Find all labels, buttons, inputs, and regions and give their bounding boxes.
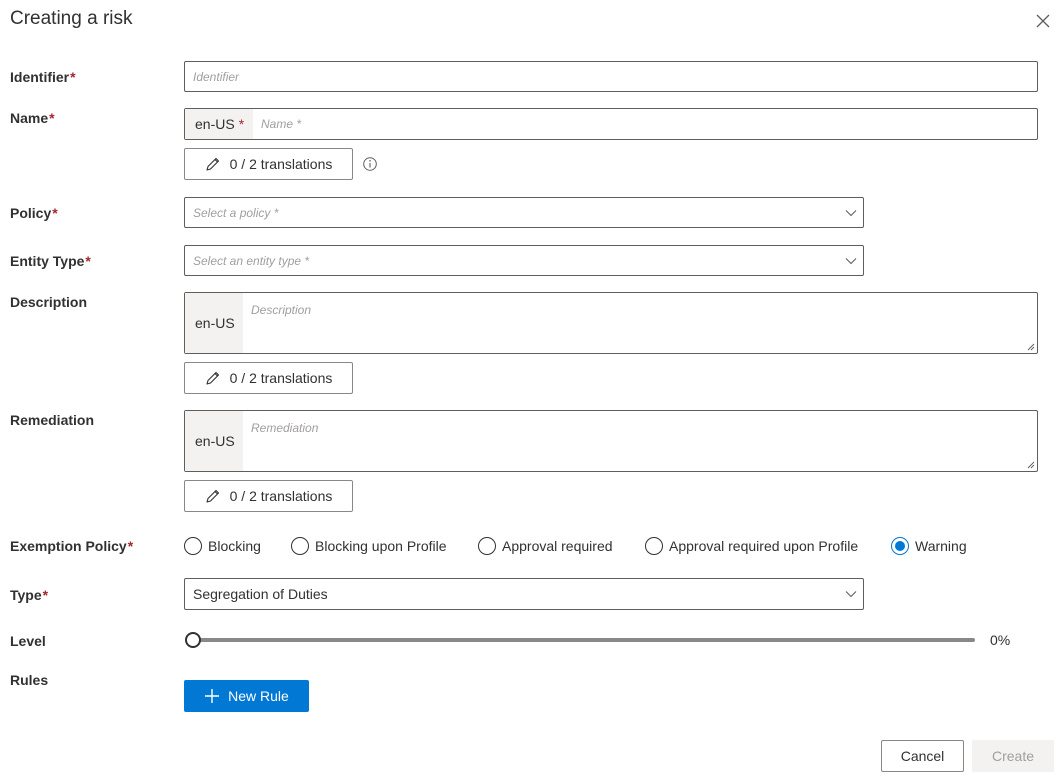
radio-circle[interactable]	[184, 537, 202, 555]
slider-thumb[interactable]	[185, 632, 201, 648]
remediation-textarea[interactable]: en-US Remediation	[184, 410, 1038, 472]
identifier-placeholder: Identifier	[193, 69, 240, 84]
description-translations-button[interactable]: 0 / 2 translations	[184, 362, 353, 394]
pencil-icon	[206, 371, 219, 385]
level-value: 0%	[990, 632, 1011, 648]
slider-track[interactable]	[191, 638, 975, 642]
radio-circle[interactable]	[291, 537, 309, 555]
resize-grip-icon[interactable]	[1027, 461, 1035, 469]
resize-grip-icon[interactable]	[1027, 343, 1035, 351]
radio-blocking[interactable]: Blocking	[184, 537, 261, 555]
remediation-label: Remediation	[10, 412, 95, 428]
radio-approval-required-upon-profile[interactable]: Approval required upon Profile	[645, 537, 858, 555]
cancel-button[interactable]: Cancel	[881, 740, 964, 772]
pencil-icon	[206, 489, 219, 503]
name-translations-button[interactable]: 0 / 2 translations	[184, 148, 353, 180]
info-icon[interactable]	[362, 156, 378, 172]
type-value: Segregation of Duties	[193, 586, 328, 602]
radio-circle[interactable]	[478, 537, 496, 555]
identifier-input[interactable]: Identifier	[184, 61, 1038, 92]
new-rule-button[interactable]: New Rule	[184, 680, 309, 712]
identifier-label: Identifier*	[10, 69, 76, 85]
radio-circle[interactable]	[645, 537, 663, 555]
policy-label: Policy*	[10, 205, 58, 221]
radio-warning[interactable]: Warning	[891, 537, 967, 555]
entity-type-dropdown[interactable]: Select an entity type *	[184, 245, 864, 276]
entity-type-label: Entity Type*	[10, 253, 91, 269]
pencil-icon	[206, 157, 219, 171]
radio-blocking-upon-profile[interactable]: Blocking upon Profile	[291, 537, 447, 555]
policy-placeholder: Select a policy *	[193, 205, 279, 220]
level-label: Level	[10, 633, 46, 649]
type-dropdown[interactable]: Segregation of Duties	[184, 578, 864, 610]
description-textarea[interactable]: en-US Description	[184, 292, 1038, 354]
dialog-title: Creating a risk	[10, 8, 133, 29]
plus-icon	[205, 689, 220, 703]
chevron-down-icon	[845, 591, 857, 598]
entity-type-placeholder: Select an entity type *	[193, 253, 310, 268]
description-locale-prefix: en-US	[185, 293, 243, 353]
remediation-locale-prefix: en-US	[185, 411, 243, 471]
radio-approval-required[interactable]: Approval required	[478, 537, 613, 555]
name-input[interactable]: en-US * Name *	[184, 108, 1038, 140]
chevron-down-icon	[845, 209, 857, 216]
remediation-placeholder: Remediation	[251, 421, 319, 435]
create-button[interactable]: Create	[972, 740, 1054, 772]
radio-circle-selected[interactable]	[891, 537, 909, 555]
close-icon[interactable]	[1034, 12, 1052, 30]
rules-label: Rules	[10, 672, 49, 688]
name-placeholder: Name *	[261, 117, 302, 131]
type-label: Type*	[10, 587, 49, 603]
policy-dropdown[interactable]: Select a policy *	[184, 197, 864, 228]
description-placeholder: Description	[251, 303, 312, 317]
name-locale-prefix: en-US *	[185, 109, 253, 139]
level-slider[interactable]	[185, 631, 975, 649]
description-label: Description	[10, 294, 88, 310]
chevron-down-icon	[845, 257, 857, 264]
exemption-policy-label: Exemption Policy*	[10, 538, 134, 554]
name-label: Name*	[10, 110, 55, 126]
remediation-translations-button[interactable]: 0 / 2 translations	[184, 480, 353, 512]
